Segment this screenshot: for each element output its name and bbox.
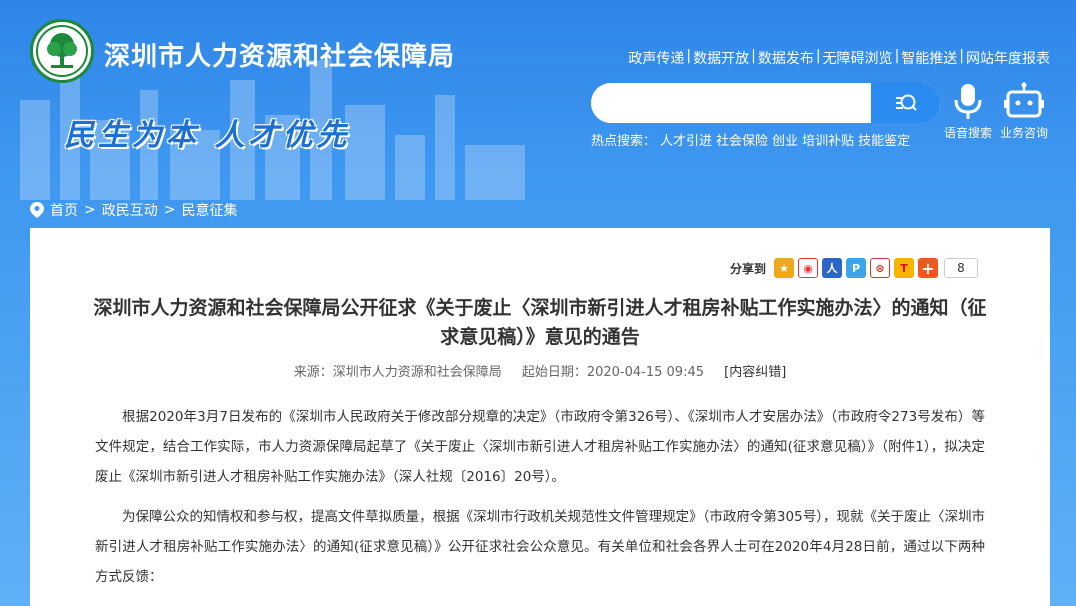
top-nav-links: 政声传递 | 数据开放 | 数据发布 | 无障碍浏览 | 智能推送 | 网站年度报表 xyxy=(628,48,1050,68)
share-qzone-icon[interactable]: ★ xyxy=(774,258,794,278)
article-title: 深圳市人力资源和社会保障局公开征求《关于废止〈深圳市新引进人才租房补贴工作实施办… xyxy=(93,297,987,348)
top-link-annual-report[interactable]: 网站年度报表 xyxy=(966,48,1050,68)
breadcrumb-interaction[interactable]: 政民互动 xyxy=(102,200,158,220)
top-link-policy[interactable]: 政声传递 xyxy=(628,48,684,68)
share-more-icon[interactable]: + xyxy=(918,258,938,278)
tree-emblem-icon xyxy=(36,25,88,77)
site-title: 深圳市人力资源和社会保障局 xyxy=(104,42,456,72)
top-link-smart-push[interactable]: 智能推送 xyxy=(901,48,957,68)
hot-search-label: 热点搜索： xyxy=(591,134,657,149)
search-bar xyxy=(591,83,941,123)
breadcrumb-separator: > xyxy=(84,202,96,218)
article-source: 来源：深圳市人力资源和社会保障局 xyxy=(293,365,502,380)
breadcrumb-separator: > xyxy=(163,202,176,218)
share-weibo-icon[interactable]: ◉ xyxy=(798,258,818,278)
hot-search-item[interactable]: 创业 xyxy=(772,130,798,149)
share-bar: 分享到 ★ ◉ 人 P ⊛ T + 8 xyxy=(730,258,978,278)
hot-search-item[interactable]: 技能鉴定 xyxy=(858,130,910,149)
microphone-icon xyxy=(954,84,982,119)
share-label: 分享到 xyxy=(729,261,766,276)
consult-button[interactable]: 业务咨询 xyxy=(996,80,1052,141)
article-meta: 来源：深圳市人力资源和社会保障局 起始日期：2020-04-15 09:45 [… xyxy=(30,361,1050,380)
share-douban-icon[interactable]: T xyxy=(894,258,914,278)
consult-label: 业务咨询 xyxy=(999,126,1048,140)
hot-search-item[interactable]: 社会保险 xyxy=(716,130,768,149)
search-icon xyxy=(896,94,917,111)
article-paragraph: 根据2020年3月7日发布的《深圳市人民政府关于修改部分规章的决定》（市政府令第… xyxy=(95,409,985,485)
search-input[interactable] xyxy=(591,83,871,123)
top-link-data-release[interactable]: 数据发布 xyxy=(758,48,814,68)
hot-search-item[interactable]: 培训补贴 xyxy=(802,130,854,149)
search-button[interactable] xyxy=(871,83,941,123)
article-paragraph: 为保障公众的知情权和参与权，提高文件草拟质量，根据《深圳市行政机关规范性文件管理… xyxy=(95,509,985,585)
location-pin-icon xyxy=(30,202,44,218)
hot-search: 热点搜索： 人才引进 社会保险 创业 培训补贴 技能鉴定 xyxy=(591,130,910,149)
share-count: 8 xyxy=(944,258,978,278)
robot-icon xyxy=(1004,82,1044,118)
top-link-accessibility[interactable]: 无障碍浏览 xyxy=(823,48,893,68)
share-renren-icon[interactable]: 人 xyxy=(822,258,842,278)
article-panel: 分享到 ★ ◉ 人 P ⊛ T + 8 深圳市人力资源和社会保障局公开征求《关于… xyxy=(30,228,1050,606)
top-link-open-data[interactable]: 数据开放 xyxy=(693,48,749,68)
breadcrumb-home[interactable]: 首页 xyxy=(50,200,78,220)
hot-search-item[interactable]: 人才引进 xyxy=(660,130,712,149)
breadcrumb-opinion[interactable]: 民意征集 xyxy=(181,200,237,220)
voice-search-button[interactable]: 语音搜索 xyxy=(940,80,996,141)
breadcrumb: 首页 > 政民互动 > 民意征集 xyxy=(30,200,237,220)
voice-search-label: 语音搜索 xyxy=(943,126,992,140)
errata-link[interactable]: [内容纠错] xyxy=(724,365,786,380)
share-kaixin-icon[interactable]: ⊛ xyxy=(870,258,890,278)
site-logo[interactable] xyxy=(30,19,94,83)
article-date: 起始日期：2020-04-15 09:45 xyxy=(521,365,704,380)
share-tqq-icon[interactable]: P xyxy=(846,258,866,278)
slogan-banner: 民生为本 人才优先 xyxy=(64,118,351,153)
